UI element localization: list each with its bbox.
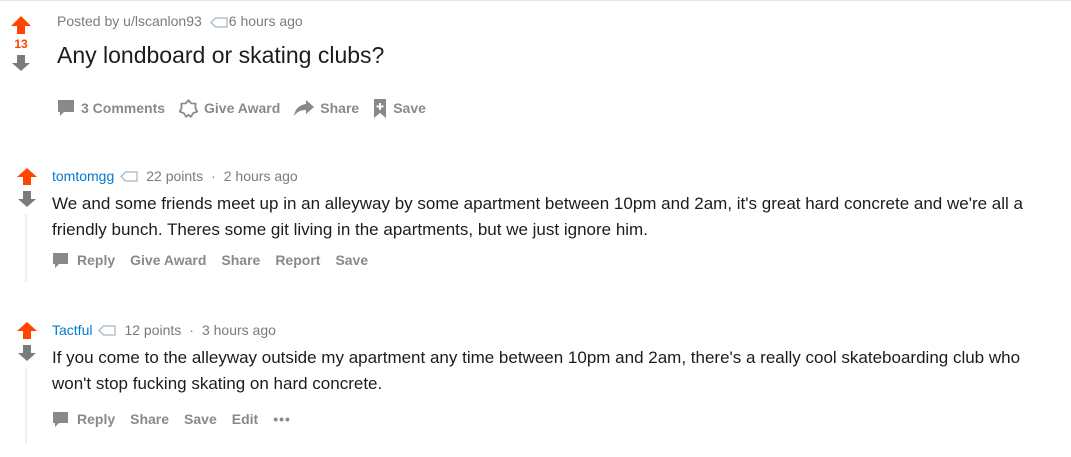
share-label: Share (320, 100, 360, 116)
comment-vote-column (16, 168, 38, 207)
thread-line[interactable] (25, 214, 27, 282)
reply-label: Reply (77, 411, 116, 427)
more-options-button[interactable]: ••• (273, 411, 291, 427)
tag-icon (120, 170, 138, 182)
share-button[interactable]: Share (294, 100, 359, 116)
comment-bubble-icon (58, 100, 74, 116)
comment-points: 12 points (124, 322, 182, 338)
meta-separator: · (189, 322, 194, 338)
comments-button[interactable]: 3 Comments (57, 99, 165, 117)
comment-header: Tactful 12 points · 3 hours ago (52, 320, 276, 340)
downvote-arrow-icon[interactable] (18, 345, 36, 361)
post-time[interactable]: 6 hours ago (229, 13, 303, 29)
upvote-arrow-icon[interactable] (11, 16, 31, 34)
edit-button[interactable]: Edit (232, 411, 258, 427)
give-award-button[interactable]: Give Award (130, 252, 206, 268)
thread-line[interactable] (25, 368, 27, 444)
post-title[interactable]: Any londboard or skating clubs? (57, 42, 384, 69)
report-button[interactable]: Report (275, 252, 320, 268)
comment-points: 22 points (146, 168, 204, 184)
post-card: 13 Posted by u/lscanlon93 6 hours ago An… (0, 0, 1071, 135)
comment-body: We and some friends meet up in an alleyw… (52, 194, 1023, 239)
comment-body: If you come to the alleyway outside my a… (52, 348, 1021, 393)
post-meta: Posted by u/lscanlon93 6 hours ago (57, 13, 303, 29)
save-button[interactable]: Save (335, 252, 368, 268)
comment-time[interactable]: 3 hours ago (202, 322, 276, 338)
upvote-arrow-icon[interactable] (17, 168, 37, 185)
reply-button[interactable]: Reply (52, 411, 115, 428)
comment-vote-column (16, 322, 38, 361)
posted-by[interactable]: Posted by u/lscanlon93 (57, 13, 202, 29)
save-button[interactable]: Save (184, 411, 217, 427)
tag-icon (209, 17, 228, 28)
post-vote-column: 13 (10, 16, 32, 71)
give-award-button[interactable]: Give Award (179, 98, 281, 118)
award-icon (179, 98, 199, 118)
comment-actions-bar: Reply Give Award Share Report Save (52, 250, 383, 270)
give-award-label: Give Award (204, 100, 281, 116)
comment-author[interactable]: tomtomgg (52, 168, 114, 184)
tag-icon (98, 324, 117, 336)
comment-author[interactable]: Tactful (52, 322, 92, 338)
reply-label: Reply (77, 252, 116, 268)
comment-time[interactable]: 2 hours ago (224, 168, 298, 184)
comments-count-label: 3 Comments (81, 100, 166, 116)
post-score: 13 (14, 37, 28, 51)
share-button[interactable]: Share (221, 252, 260, 268)
save-label: Save (393, 100, 426, 116)
upvote-arrow-icon[interactable] (17, 322, 37, 339)
downvote-arrow-icon[interactable] (18, 191, 36, 207)
post-actions-bar: 3 Comments Give Award Share Save (57, 96, 440, 120)
share-button[interactable]: Share (130, 411, 169, 427)
comment-actions-bar: Reply Share Save Edit ••• (52, 409, 306, 429)
downvote-arrow-icon[interactable] (12, 55, 30, 71)
bookmark-plus-icon (374, 98, 387, 118)
save-button[interactable]: Save (373, 98, 426, 118)
comment-bubble-icon (53, 411, 68, 427)
share-arrow-icon (294, 100, 315, 116)
comment-bubble-icon (53, 252, 68, 268)
reply-button[interactable]: Reply (52, 252, 115, 269)
comment-header: tomtomgg 22 points · 2 hours ago (52, 166, 298, 186)
meta-separator: · (211, 168, 216, 184)
